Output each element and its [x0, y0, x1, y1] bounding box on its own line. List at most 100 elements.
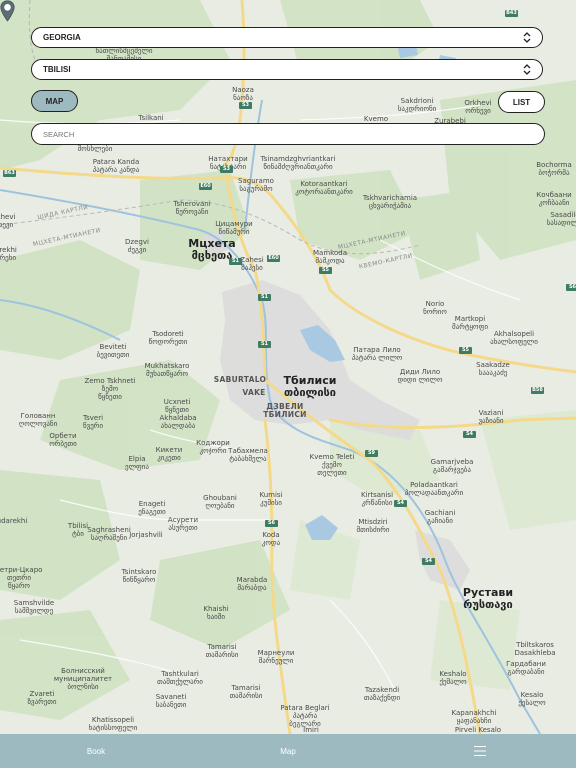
map-place-label: Tsveri წვერი — [82, 414, 104, 430]
city-select[interactable]: TBILISI — [31, 59, 543, 80]
map-place-label: kheviხევი — [0, 213, 16, 229]
map-view-button[interactable]: MAP — [31, 90, 78, 112]
map-view[interactable]: Naoza ნაოზა Sakdrioni საკდრიონი Orkhevi ორხევ… — [0, 0, 576, 734]
map-place-label: Ghoubani ღოუბანი — [203, 494, 237, 510]
map-place-label: Диди Лило დიდი ლილო — [397, 368, 443, 384]
map-place-label: Khatissopeli ხატისსოფელი — [88, 716, 138, 732]
map-place-label: Tbiltskaros Dasakhleba — [514, 641, 556, 657]
menu-button[interactable] — [462, 734, 498, 768]
map-place-label: Tsintskaro წინწყარო — [121, 568, 157, 584]
city-select-value: TBILISI — [43, 65, 71, 74]
map-place-label: Орбети ორბეთი — [49, 432, 77, 448]
map-place-label: Tbilisi ტბი — [67, 522, 89, 538]
map-place-label: Болнисский муниципалитет ბოლნისი — [53, 667, 113, 691]
map-place-label: Гардабани გარდაბანი — [506, 660, 546, 676]
list-view-button-label: LIST — [512, 97, 531, 107]
tab-book[interactable]: Book — [56, 734, 136, 768]
map-place-label: Kesalo ქესალო — [518, 691, 546, 707]
map-place-label: Beviteti ბევითეთი — [96, 343, 130, 359]
map-city-label: Тбилиси თბილისი — [283, 374, 337, 399]
map-place-label: Tsinamdzghvriantkari წინამძღვრიანთკარი — [260, 155, 336, 171]
map-place-label: Кикети კიკეთი — [155, 446, 183, 462]
map-place-label: Patara Beglari პატარა ბეგლარი — [280, 704, 330, 728]
map-place-label: Tamarisi თამარისი — [229, 684, 263, 700]
map-place-label: Tazakendi თაზაქენდი — [363, 686, 401, 702]
hamburger-menu-icon — [474, 746, 486, 756]
map-place-label: Gamarjveba გამარჯვება — [430, 458, 474, 474]
map-place-label: Kapanakhchi ყაფანახჩი — [451, 709, 497, 725]
road-shield: S4 — [394, 500, 407, 507]
search-input[interactable] — [31, 123, 545, 145]
map-place-label: Tamarisi თამარისი — [205, 643, 239, 659]
map-place-label: Kvemo Teleti ქვემო თელეთი — [309, 453, 355, 477]
map-place-label: Dzegvi ძეგვი — [125, 238, 149, 254]
map-place-label: Tskhvarichamia ცხვარიჭამია — [362, 194, 418, 210]
road-shield: B58 — [531, 387, 544, 394]
map-view-button-label: MAP — [45, 96, 64, 106]
map-place-label: Zvareti ზვარეთი — [27, 690, 57, 706]
map-place-label: Vaziani ვაზიანი — [478, 409, 504, 425]
map-place-label: Кочбаани კოჩბაანი — [536, 191, 572, 207]
list-view-button[interactable]: LIST — [498, 91, 545, 113]
tab-map-label: Map — [280, 746, 296, 756]
map-place-label: Марнеули მარნეული — [257, 649, 295, 665]
bottom-tab-bar: Book Map — [0, 734, 576, 768]
road-shield: S6 — [265, 520, 278, 527]
road-shield: S6 — [566, 284, 576, 291]
map-place-label: Tsilkani — [138, 114, 164, 122]
map-place-label: Enageti ენაგეთი — [138, 500, 166, 516]
road-shield: S1 — [258, 294, 271, 301]
map-place-label: Gachiani გაჩიანი — [424, 509, 456, 525]
country-select[interactable]: GEORGIA — [31, 27, 543, 48]
map-place-label: Патара Лило პატარა ლილო — [351, 346, 403, 362]
map-place-label: Zemo Tskhneti ზემო წყნეთი — [84, 377, 136, 401]
map-place-label: Zahesi ზაჰესი — [240, 256, 264, 272]
map-place-label: udarekhi — [0, 517, 28, 525]
map-place-label: Jorjashvili — [129, 531, 163, 539]
map-place-label: Табахмела ტაბახმელა — [228, 447, 268, 463]
road-shield: S3 — [239, 102, 252, 109]
road-shield: S5 — [319, 267, 332, 274]
map-pin-icon[interactable] — [0, 0, 15, 22]
map-place-label: Saghrasheni საღრაშენი — [87, 526, 131, 542]
map-place-label: Голованн ღოლოვანი — [18, 412, 58, 428]
map-place-label: Saakadze საააკაძე — [476, 361, 510, 377]
map-district-label: VAKE — [242, 388, 266, 397]
map-place-label: Martkopi მარტყოფი — [452, 315, 488, 331]
map-place-label: Ucxneti წყნეთი — [163, 398, 191, 414]
map-place-label: Akhaldaba ახალდაბა — [159, 414, 197, 430]
up-down-chevron-icon — [523, 64, 531, 75]
road-shield: B63 — [3, 170, 16, 177]
map-place-label: Kumisi კუმისი — [259, 491, 283, 507]
map-place-label: Sakdrioni საკდრიონი — [397, 97, 437, 113]
map-place-label: Тетри-Цкаро თეთრი წყარო — [0, 566, 43, 590]
map-place-label: Marabda მარაბდა — [236, 576, 268, 592]
map-place-label: Keshalo ქეშალო — [439, 670, 467, 686]
map-place-label: მოსხლები — [77, 145, 113, 153]
map-place-label: Pirveli Kesalo — [454, 726, 502, 734]
map-place-label: Norio ნორიო — [423, 300, 447, 316]
map-place-label: Цицамури წიწამური — [215, 220, 253, 236]
tab-map[interactable]: Map — [248, 734, 328, 768]
road-shield: S4 — [422, 558, 435, 565]
map-place-label: Samshvilde სამშვილდე — [13, 599, 55, 615]
map-place-label: Imiri — [303, 726, 319, 734]
road-shield: S1 — [258, 341, 271, 348]
road-shield: S5 — [459, 347, 472, 354]
map-place-label: Tsodoreti წოდორეთი — [148, 330, 188, 346]
road-shield: E60 — [199, 183, 212, 190]
map-place-label: Tashtkulari თაშთქულარი — [157, 670, 203, 686]
map-district-label: ДЗВЕЛИ ТБИЛИСИ — [263, 402, 307, 419]
map-place-label: Elpia ელფია — [125, 455, 149, 471]
map-place-label: Khaishi ხაიში — [203, 605, 229, 621]
road-shield: S3 — [220, 166, 233, 173]
map-place-label: arekhiარეხი — [0, 246, 17, 262]
map-place-label: Saguramo საგურამო — [238, 177, 274, 193]
road-shield: S4 — [463, 431, 476, 438]
map-place-label: Kirtsanisi კრწანისი — [360, 491, 394, 507]
up-down-chevron-icon — [523, 32, 531, 43]
map-place-label: Akhalsopeli ახალსოფელი — [490, 330, 538, 346]
map-place-label: Kotoraantkari კოტორაანთკარი — [295, 180, 353, 196]
tab-book-label: Book — [86, 746, 106, 756]
map-place-label: Patara Kanda პატარა კანდა — [92, 158, 140, 174]
